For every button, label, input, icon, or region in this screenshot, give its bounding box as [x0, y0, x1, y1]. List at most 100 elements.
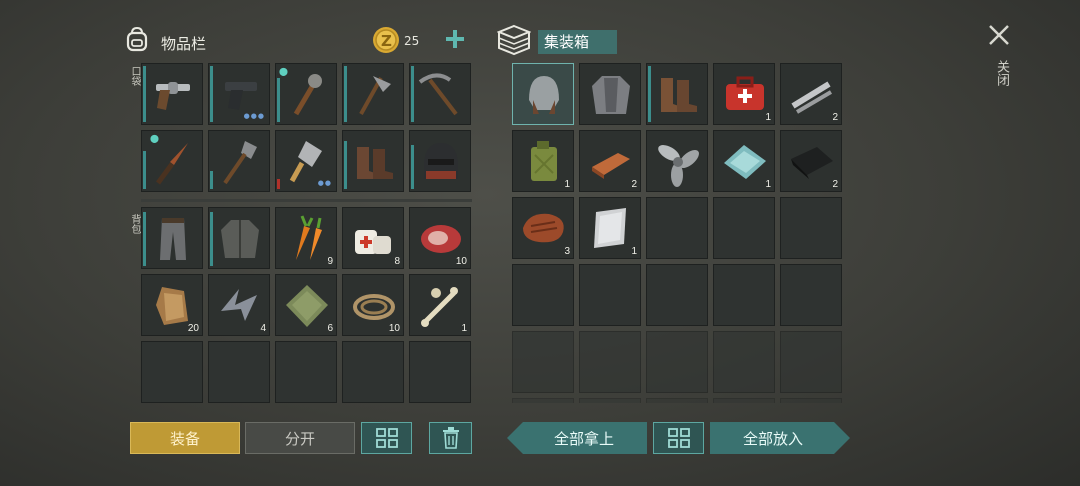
container-slot-propeller[interactable] — [646, 130, 708, 192]
close-icon — [989, 25, 1009, 45]
item-quantity: 8 — [394, 256, 400, 267]
container-slot-empty[interactable] — [646, 264, 708, 326]
container-slot-jerrycan[interactable]: 1 — [512, 130, 574, 192]
item-quantity: 2 — [832, 112, 838, 123]
item-quantity: 3 — [564, 246, 570, 257]
grid-sort-icon — [667, 428, 690, 448]
take-all-button[interactable]: 全部拿上 — [507, 422, 647, 454]
split-button[interactable]: 分开 — [245, 422, 355, 454]
backpack-slot-empty[interactable] — [141, 341, 203, 403]
container-slot-empty[interactable] — [713, 197, 775, 259]
container-slot-rubber[interactable]: 2 — [780, 130, 842, 192]
container-slot-empty[interactable] — [512, 331, 574, 393]
item-quantity: 1 — [564, 179, 570, 190]
spiked-club-icon — [293, 74, 322, 116]
item-quantity: 1 — [765, 112, 771, 123]
pocket-slot-revolver[interactable] — [141, 63, 203, 125]
backpack-slot-carrot[interactable]: 9 — [275, 207, 337, 269]
copper-ingot-icon — [592, 153, 630, 179]
pocket-slot-helmet[interactable] — [409, 130, 471, 192]
cloth-icon — [286, 285, 328, 327]
trash-icon — [442, 427, 459, 449]
backpack-slot-empty[interactable] — [342, 341, 404, 403]
pocket-slot-pistol[interactable]: ●●● — [208, 63, 270, 125]
glass-icon — [724, 145, 766, 179]
container-slot-copper-ingot[interactable]: 2 — [579, 130, 641, 192]
container-slot-empty[interactable] — [780, 398, 842, 403]
container-icon — [496, 24, 533, 56]
container-slot-empty[interactable] — [780, 331, 842, 393]
container-slot-empty[interactable] — [780, 264, 842, 326]
coin-count: 25 — [404, 34, 420, 48]
item-quantity: 9 — [327, 256, 333, 267]
jacket-icon — [221, 220, 259, 258]
container-slot-empty[interactable] — [713, 331, 775, 393]
pocket-slot-spiked-club[interactable]: ⬤ — [275, 63, 337, 125]
put-all-button[interactable]: 全部放入 — [710, 422, 850, 454]
helmet-icon — [424, 143, 458, 179]
pocket-grid: ●●● ⬤ ⬤ ●● — [141, 63, 474, 195]
close-button[interactable]: 关闭 — [984, 20, 1014, 100]
sort-inventory-button[interactable] — [361, 422, 412, 454]
container-slot-empty[interactable] — [579, 264, 641, 326]
svg-text:Z: Z — [381, 32, 392, 50]
container-slot-empty[interactable] — [512, 264, 574, 326]
inventory-title: 物品栏 — [161, 35, 207, 53]
pocket-slot-pickaxe[interactable] — [409, 63, 471, 125]
container-slot-empty[interactable] — [780, 197, 842, 259]
pocket-slot-shovel[interactable] — [208, 130, 270, 192]
take-all-label: 全部拿上 — [553, 429, 614, 448]
backpack-slot-fur[interactable]: 20 — [141, 274, 203, 336]
pocket-slot-cleaver[interactable]: ●● — [275, 130, 337, 192]
carrot-icon — [296, 215, 322, 260]
item-quantity: 20 — [187, 323, 199, 334]
container-slot-glass[interactable]: 1 — [713, 130, 775, 192]
pickaxe-icon — [418, 73, 458, 116]
container-slot-steak[interactable]: 3 — [512, 197, 574, 259]
container-slot-leather-jacket[interactable] — [579, 63, 641, 125]
container-slot-pipes[interactable]: 2 — [780, 63, 842, 125]
boots-icon — [661, 78, 697, 112]
item-quantity: 4 — [260, 323, 266, 334]
container-slot-boots[interactable] — [646, 63, 708, 125]
pocket-slot-hatchet[interactable] — [342, 63, 404, 125]
container-slot-empty[interactable] — [646, 331, 708, 393]
backpack-slot-cloth[interactable]: 6 — [275, 274, 337, 336]
backpack-slot-pants[interactable] — [141, 207, 203, 269]
add-coins-button[interactable] — [444, 28, 468, 52]
container-slot-empty[interactable] — [713, 264, 775, 326]
container-slot-aviator-cap[interactable] — [512, 63, 574, 125]
backpack-slot-bandage[interactable]: 8 — [342, 207, 404, 269]
item-quantity: 2 — [631, 179, 637, 190]
shovel-icon — [223, 141, 257, 185]
backpack-slot-empty[interactable] — [409, 341, 471, 403]
backpack-slot-meat[interactable]: 10 — [409, 207, 471, 269]
pocket-slot-knife[interactable]: ⬤ — [141, 130, 203, 192]
coin-icon: Z — [372, 26, 400, 54]
container-slot-empty[interactable] — [646, 398, 708, 403]
aviator-cap-icon — [529, 76, 559, 114]
container-slot-empty[interactable] — [646, 197, 708, 259]
pocket-slot-boots[interactable] — [342, 130, 404, 192]
trash-button[interactable] — [429, 422, 472, 454]
container-slot-empty[interactable] — [713, 398, 775, 403]
pocket-label: 口袋 — [129, 66, 140, 86]
container-slot-empty[interactable] — [512, 398, 574, 403]
container-slot-metal-sheet[interactable]: 1 — [579, 197, 641, 259]
backpack-label: 背包 — [129, 214, 140, 234]
backpack-slot-empty[interactable] — [275, 341, 337, 403]
backpack-slot-jacket[interactable] — [208, 207, 270, 269]
container-slot-empty[interactable] — [579, 331, 641, 393]
steak-icon — [523, 213, 564, 243]
backpack-slot-bones[interactable]: 1 — [409, 274, 471, 336]
backpack-slot-metal-scraps[interactable]: 4 — [208, 274, 270, 336]
equip-button[interactable]: 装备 — [130, 422, 240, 454]
bandage-icon — [355, 230, 391, 254]
sort-container-button[interactable] — [653, 422, 704, 454]
item-quantity: 1 — [631, 246, 637, 257]
backpack-slot-rope[interactable]: 10 — [342, 274, 404, 336]
backpack-slot-empty[interactable] — [208, 341, 270, 403]
container-slot-first-aid-kit[interactable]: 1 — [713, 63, 775, 125]
put-all-label: 全部放入 — [742, 429, 803, 448]
container-slot-empty[interactable] — [579, 398, 641, 403]
